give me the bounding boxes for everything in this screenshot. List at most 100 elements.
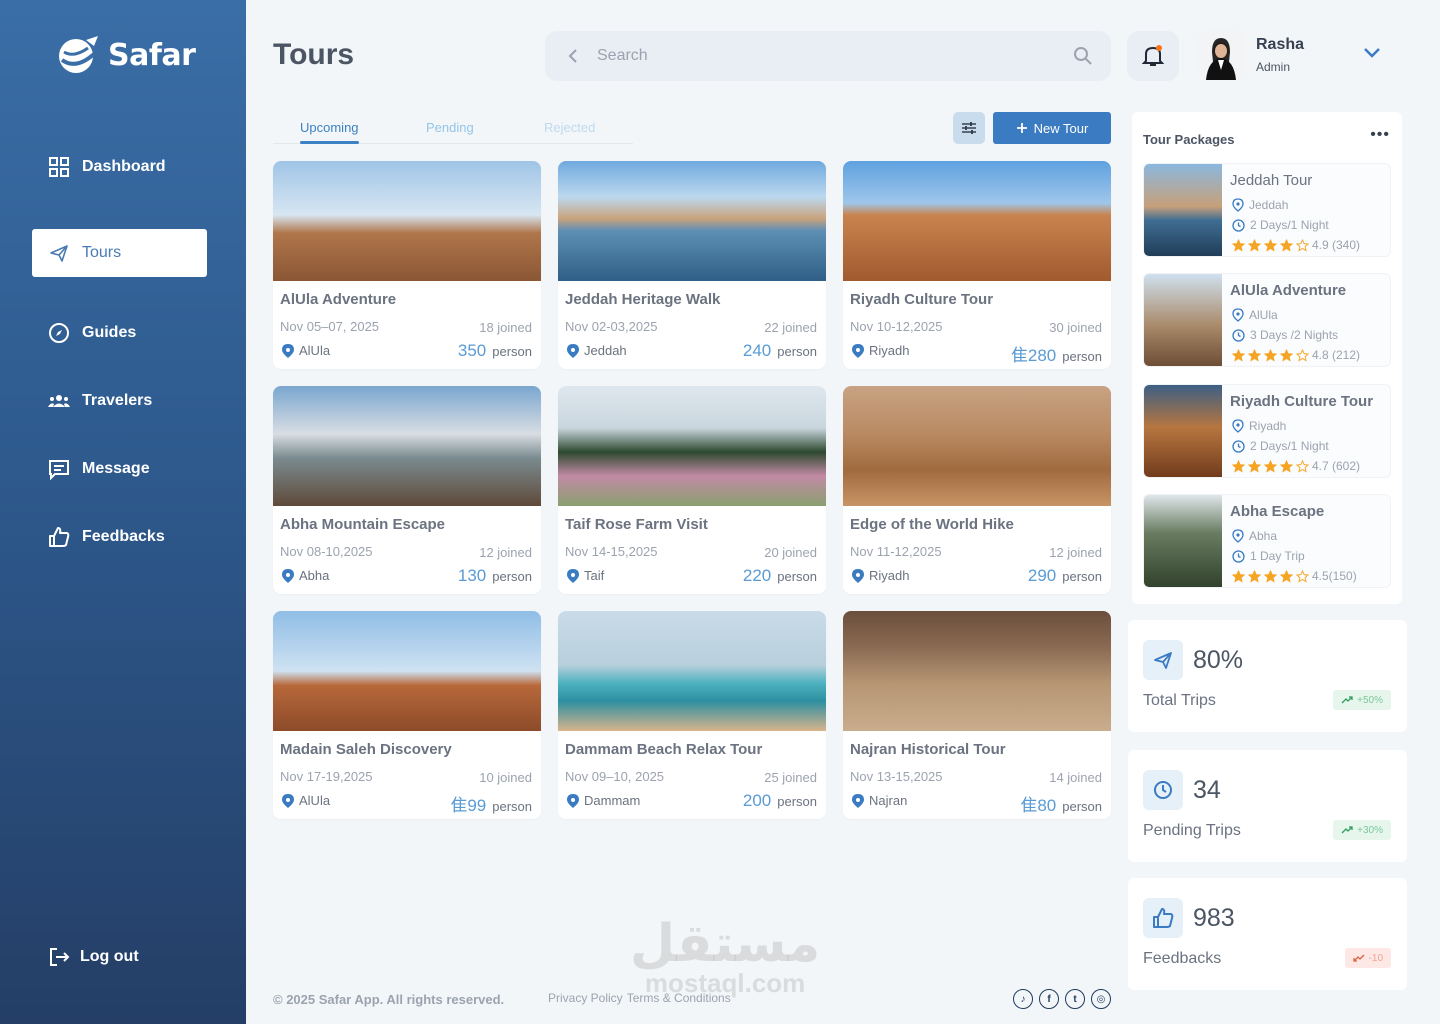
logout-icon	[50, 948, 70, 966]
notifications-button[interactable]	[1127, 31, 1179, 81]
search-bar[interactable]	[545, 31, 1111, 81]
thumbs-up-icon	[49, 527, 70, 547]
search-icon[interactable]	[1073, 46, 1093, 66]
package-item[interactable]: Riyadh Culture Tour Riyadh 2 Days/1 Night 4…	[1143, 384, 1391, 478]
tour-date: Nov 13-15,2025	[850, 769, 943, 784]
new-tour-label: New Tour	[1033, 120, 1089, 136]
search-input[interactable]	[597, 47, 1037, 65]
tour-card[interactable]: Najran Historical Tour Nov 13-15,2025 14 j…	[843, 611, 1111, 819]
thumbs-up-icon	[1153, 908, 1174, 928]
package-location: Jeddah	[1232, 198, 1288, 212]
instagram-icon[interactable]: ◎	[1091, 989, 1111, 1009]
tour-date: Nov 10-12,2025	[850, 319, 943, 334]
sidebar-item-label: Guides	[82, 324, 137, 341]
sidebar-item-feedbacks[interactable]: Feedbacks	[32, 513, 207, 561]
star-icon	[1248, 569, 1261, 583]
twitter-icon[interactable]: t	[1065, 989, 1085, 1009]
duration-label: 2 Days/1 Night	[1250, 439, 1329, 453]
chevron-left-icon[interactable]	[565, 48, 581, 64]
package-item[interactable]: Abha Escape Abha 1 Day Trip 4.5(150)	[1143, 494, 1391, 588]
privacy-policy-link[interactable]: Privacy Policy	[548, 991, 623, 1005]
sidebar-item-message[interactable]: Message	[32, 445, 207, 493]
rating-label: 4.9 (340)	[1312, 238, 1361, 252]
app-name: Safar	[108, 37, 196, 73]
tour-image	[843, 386, 1111, 506]
tour-card[interactable]: Jeddah Heritage Walk Nov 02-03,2025 22 joi…	[558, 161, 826, 369]
clock-icon	[1232, 439, 1245, 453]
price-unit: person	[777, 569, 817, 584]
chevron-down-icon[interactable]	[1362, 46, 1382, 60]
tour-card[interactable]: Taif Rose Farm Visit Nov 14-15,2025 20 joi…	[558, 386, 826, 594]
tour-card[interactable]: Dammam Beach Relax Tour Nov 09–10, 2025 25…	[558, 611, 826, 819]
filter-button[interactable]	[953, 112, 985, 144]
tour-date: Nov 02-03,2025	[565, 319, 658, 334]
tour-price: 350 person	[458, 341, 532, 361]
sidebar-item-tours[interactable]: Tours	[32, 229, 207, 277]
sidebar-item-dashboard[interactable]: Dashboard	[32, 143, 207, 191]
location-label: AlUla	[299, 793, 331, 808]
location-pin-icon	[282, 568, 294, 583]
copyright: © 2025 Safar App. All rights reserved.	[273, 992, 505, 1007]
price-unit: person	[492, 799, 532, 814]
tour-card[interactable]: Riyadh Culture Tour Nov 10-12,2025 30 join…	[843, 161, 1111, 369]
user-menu[interactable]: Rasha Admin	[1196, 30, 1304, 80]
star-icon	[1280, 238, 1293, 252]
sidebar-item-guides[interactable]: Guides	[32, 309, 207, 357]
location-pin-icon	[282, 343, 294, 358]
location-pin-icon	[1232, 529, 1244, 543]
location-pin-icon	[852, 793, 864, 808]
tour-price: ⾫280 person	[1011, 341, 1102, 366]
sidebar-item-label: Travelers	[82, 392, 153, 409]
location-pin-icon	[567, 343, 579, 358]
tour-price: ⾫80 person	[1020, 791, 1102, 816]
stat-icon	[1143, 640, 1183, 680]
tour-name: Taif Rose Farm Visit	[565, 516, 708, 533]
star-icon	[1296, 569, 1309, 583]
app-logo[interactable]: Safar	[56, 34, 196, 76]
tab-pending[interactable]: Pending	[426, 120, 474, 135]
tour-card[interactable]: Madain Saleh Discovery Nov 17-19,2025 10 j…	[273, 611, 541, 819]
tour-location: Dammam	[567, 793, 640, 808]
star-icon	[1264, 569, 1277, 583]
stat-value: 34	[1193, 776, 1221, 804]
logout-button[interactable]: Log out	[48, 946, 139, 968]
price-unit: person	[1062, 349, 1102, 364]
package-name: Jeddah Tour	[1230, 172, 1313, 189]
facebook-icon[interactable]: f	[1039, 989, 1059, 1009]
star-icon	[1264, 459, 1277, 473]
star-icon	[1296, 459, 1309, 473]
plus-icon	[1016, 123, 1027, 133]
star-icon	[1264, 238, 1277, 252]
tour-packages-panel: Tour Packages ••• Jeddah Tour Jeddah 2 Day…	[1132, 112, 1402, 604]
grid-icon	[49, 157, 69, 177]
tour-price: 290 person	[1028, 566, 1102, 586]
package-duration: 3 Days /2 Nights	[1232, 328, 1338, 342]
tour-tabs: Upcoming Pending Rejected	[273, 112, 633, 144]
location-label: Jeddah	[584, 343, 627, 358]
tour-card[interactable]: AlUla Adventure Nov 05–07, 2025 18 joined A…	[273, 161, 541, 369]
more-options-icon[interactable]: •••	[1370, 126, 1390, 144]
stat-value: 983	[1193, 904, 1235, 932]
tour-card[interactable]: Edge of the World Hike Nov 11-12,2025 12 j…	[843, 386, 1111, 594]
notification-dot	[1156, 45, 1162, 51]
page-title: Tours	[273, 38, 355, 71]
tiktok-icon[interactable]: ♪	[1013, 989, 1033, 1009]
sidebar-item-travelers[interactable]: Travelers	[32, 377, 207, 425]
package-image	[1144, 385, 1222, 477]
sidebar-item-label: Dashboard	[82, 158, 166, 175]
tab-rejected[interactable]: Rejected	[544, 120, 595, 135]
watermark: مستقل mostaql.com	[630, 918, 820, 999]
tour-price: 220 person	[743, 566, 817, 586]
package-item[interactable]: AlUla Adventure AlUla 3 Days /2 Nights 4.8 …	[1143, 273, 1391, 367]
tour-image	[273, 611, 541, 731]
tab-upcoming[interactable]: Upcoming	[300, 120, 359, 144]
new-tour-button[interactable]: New Tour	[993, 112, 1111, 144]
tour-location: Jeddah	[567, 343, 627, 358]
location-pin-icon	[282, 793, 294, 808]
package-item[interactable]: Jeddah Tour Jeddah 2 Days/1 Night 4.9 (340)	[1143, 163, 1391, 257]
star-icon	[1296, 348, 1309, 362]
tour-card[interactable]: Abha Mountain Escape Nov 08-10,2025 12 joi…	[273, 386, 541, 594]
tour-location: Taif	[567, 568, 604, 583]
tour-location: Riyadh	[852, 343, 909, 358]
watermark-latin: mostaql.com	[644, 968, 806, 998]
